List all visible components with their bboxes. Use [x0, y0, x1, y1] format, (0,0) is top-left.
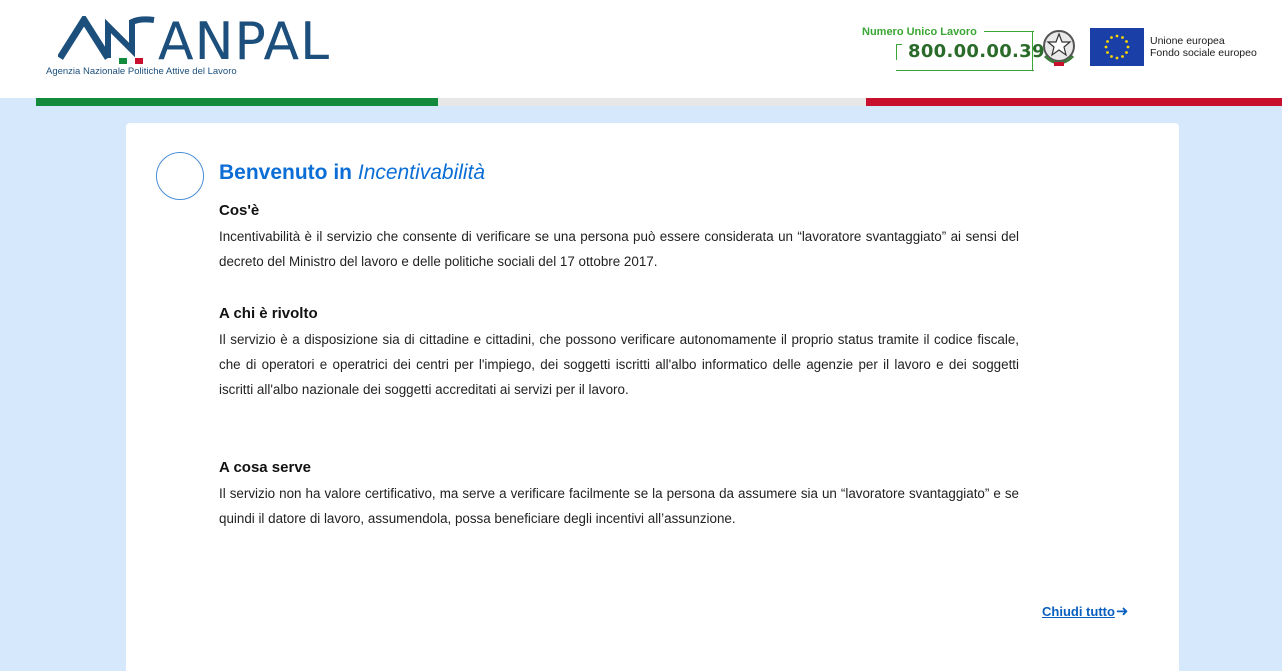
welcome-card: Benvenuto in Incentivabilità Cos'è Incen…: [126, 123, 1179, 671]
logo-flag-icon: [119, 58, 143, 64]
italian-republic-emblem-icon: [1043, 30, 1075, 66]
section-heading: A chi è rivolto: [219, 305, 318, 322]
number-frame-bracket: [896, 44, 902, 60]
section-cos-e: Cos'è Incentivabilità è il servizio che …: [219, 202, 1019, 274]
number-frame-bottom: [896, 70, 1034, 71]
welcome-title-italic: Incentivabilità: [357, 161, 486, 184]
section-a-cosa-serve: A cosa serve Il servizio non ha valore c…: [219, 459, 1019, 531]
number-label: Numero Unico Lavoro: [862, 26, 977, 38]
section-heading: Cos'è: [219, 202, 260, 219]
close-all-label: Chiudi tutto: [1042, 604, 1115, 619]
arrow-right-icon: ➜: [1115, 603, 1129, 620]
section-body: Il servizio non ha valore certificativo,…: [219, 486, 1019, 526]
tricolor-red: [866, 98, 1282, 106]
number-frame: [984, 31, 1034, 32]
tricolor-divider: [36, 98, 1282, 106]
tricolor-green: [36, 98, 438, 106]
section-a-chi-e-rivolto: A chi è rivolto Il servizio è a disposiz…: [219, 305, 1019, 402]
close-all-link[interactable]: Chiudi tutto➜: [1042, 602, 1129, 620]
site-header: ANPAL Agenzia Nazionale Politiche Attive…: [0, 0, 1282, 98]
logo-wordmark: ANPAL: [158, 12, 331, 72]
phone-number: 800.00.00.39: [908, 41, 1045, 62]
section-body: Incentivabilità è il servizio che consen…: [219, 229, 1019, 269]
tricolor-white: [438, 98, 866, 106]
anpal-logo-mark-icon: [58, 16, 155, 60]
section-body: Il servizio è a disposizione sia di citt…: [219, 332, 1019, 397]
eu-caption-line1: Unione europea: [1150, 35, 1225, 47]
welcome-title-bold: Benvenuto in: [219, 161, 353, 184]
welcome-title: Benvenuto in Incentivabilità: [219, 161, 485, 185]
eu-flag-icon: [1090, 28, 1144, 66]
eu-caption-line2: Fondo sociale europeo: [1150, 47, 1257, 59]
circle-icon: [156, 152, 204, 200]
section-heading: A cosa serve: [219, 459, 312, 476]
numero-unico-lavoro[interactable]: Numero Unico Lavoro 800.00.00.39: [862, 24, 1045, 72]
logo-subtitle: Agenzia Nazionale Politiche Attive del L…: [46, 66, 237, 77]
eu-caption: Unione europea Fondo sociale europeo: [1150, 35, 1257, 59]
anpal-logo[interactable]: ANPAL Agenzia Nazionale Politiche Attive…: [46, 14, 329, 84]
